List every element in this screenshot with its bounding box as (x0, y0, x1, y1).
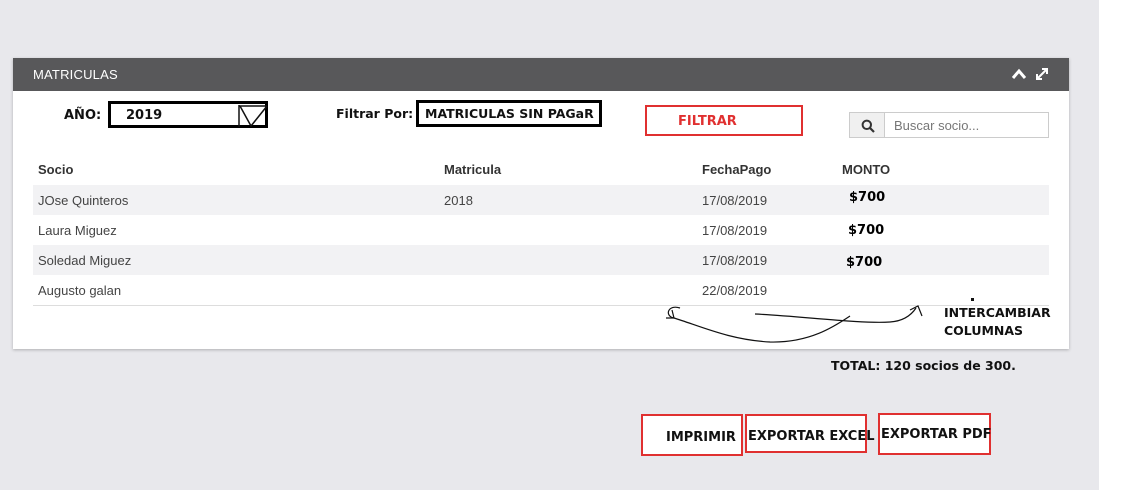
cell-monto: $700 (849, 190, 886, 205)
column-header-matricula[interactable]: Matricula (444, 162, 501, 177)
print-button[interactable]: IMPRIMIR (641, 414, 743, 456)
filter-button[interactable]: FILTRAR (645, 105, 803, 136)
cell-fechapago: 17/08/2019 (702, 253, 768, 268)
export-pdf-button[interactable]: EXPORTAR PDF (878, 413, 992, 455)
cell-fechapago: 17/08/2019 (702, 193, 768, 208)
print-button-label: IMPRIMIR (666, 430, 736, 445)
search-button[interactable] (849, 112, 885, 138)
export-excel-button[interactable]: EXPORTAR EXCEL (745, 414, 875, 453)
cell-matricula: 2018 (444, 193, 473, 208)
note-dot (971, 298, 974, 301)
cell-socio: JOse Quinteros (38, 193, 129, 208)
table-row[interactable]: Laura Miguez 17/08/2019 (33, 215, 1049, 245)
table-row[interactable]: JOse Quinteros 2018 17/08/2019 (33, 185, 1049, 215)
year-label: AÑO: (64, 108, 102, 123)
cell-socio: Laura Miguez (38, 223, 117, 238)
cell-fechapago: 17/08/2019 (702, 223, 768, 238)
search-input[interactable] (885, 112, 1049, 138)
swap-note-line: INTERCAMBIAR (944, 305, 1051, 320)
export-pdf-label: EXPORTAR PDF (881, 427, 992, 442)
cell-socio: Augusto galan (38, 283, 122, 298)
column-header-monto[interactable]: MONTO (842, 162, 890, 177)
export-excel-label: EXPORTAR EXCEL (748, 429, 875, 444)
chevron-up-icon[interactable] (1011, 67, 1027, 81)
swap-arrow-scribble (666, 305, 923, 343)
panel-title: MATRICULAS (33, 67, 118, 82)
year-value: 2019 (126, 108, 163, 123)
column-header-fechapago[interactable]: FechaPago (702, 162, 771, 177)
dropdown-arrow-icon[interactable] (237, 104, 269, 128)
swap-columns-note: INTERCAMBIAR COLUMNAS (944, 304, 1064, 340)
swap-note-line: COLUMNAS (944, 323, 1024, 338)
cell-monto: $700 (846, 255, 883, 270)
filter-value: MATRICULAS SIN PAGaR (425, 106, 594, 121)
cell-socio: Soledad Miguez (38, 253, 132, 268)
panel-header: MATRICULAS (13, 58, 1069, 91)
filter-select[interactable]: MATRICULAS SIN PAGaR (416, 100, 602, 127)
table-row[interactable]: Soledad Miguez 17/08/2019 (33, 245, 1049, 275)
cell-monto: $700 (848, 223, 885, 238)
filter-label: Filtrar Por: (336, 106, 414, 121)
search-icon (861, 119, 875, 133)
total-summary: TOTAL: 120 socios de 300. (831, 358, 1016, 373)
expand-icon[interactable] (1035, 67, 1049, 81)
filter-button-label: FILTRAR (678, 114, 737, 129)
column-header-socio[interactable]: Socio (38, 162, 73, 177)
year-select[interactable]: 2019 (108, 101, 268, 128)
